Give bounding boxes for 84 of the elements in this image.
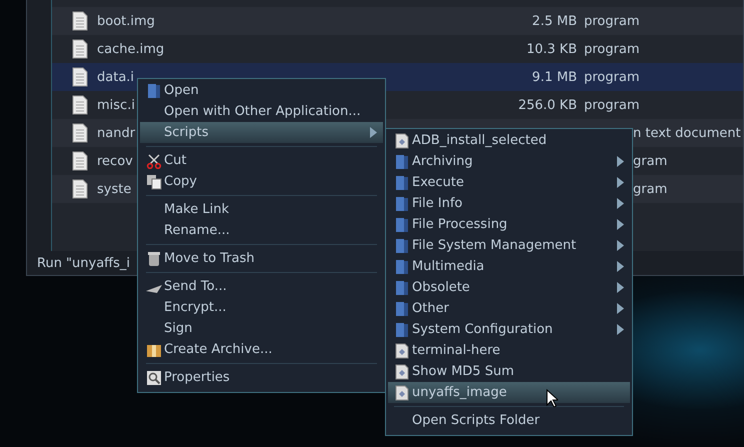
script-icon — [394, 133, 410, 149]
menu-item[interactable]: Sign — [140, 318, 383, 339]
menu-item[interactable]: System Configuration — [388, 319, 630, 340]
file-name: recov — [97, 154, 133, 168]
submenu-arrow-icon — [617, 324, 624, 335]
file-name: syste — [97, 182, 132, 196]
script-icon — [394, 385, 410, 401]
submenu-arrow-icon — [617, 282, 624, 293]
book-icon — [146, 83, 162, 99]
menu-item[interactable]: Properties — [140, 367, 383, 388]
document-icon — [72, 67, 88, 87]
file-size: 256.0 KB — [517, 98, 577, 112]
file-name: data.i — [97, 70, 134, 84]
menu-item[interactable]: Open Scripts Folder — [388, 410, 630, 431]
file-type: gram — [633, 154, 668, 168]
magnifier-icon — [146, 370, 162, 386]
script-icon — [394, 364, 410, 380]
file-type: program — [584, 14, 640, 28]
menu-item[interactable]: ADB_install_selected — [388, 130, 630, 151]
book-icon — [394, 301, 410, 317]
file-name: cache.img — [97, 42, 164, 56]
menu-item[interactable]: File System Management — [388, 235, 630, 256]
menu-item[interactable]: Rename... — [140, 220, 383, 241]
file-type: n text document — [633, 126, 742, 140]
file-name: boot.img — [97, 14, 155, 28]
menu-item[interactable]: Send To... — [140, 276, 383, 297]
book-icon — [394, 280, 410, 296]
menu-item[interactable]: Move to Trash — [140, 248, 383, 269]
document-icon — [72, 179, 88, 199]
file-type: program — [584, 70, 640, 84]
trash-icon — [146, 251, 162, 267]
document-icon — [72, 123, 88, 143]
file-row[interactable]: boot.img 2.5 MB program — [52, 7, 743, 35]
menu-item[interactable]: Scripts — [140, 122, 383, 143]
scissors-icon — [146, 153, 162, 169]
submenu-arrow-icon — [617, 261, 624, 272]
book-icon — [394, 217, 410, 233]
book-icon — [394, 154, 410, 170]
submenu-arrow-icon — [617, 219, 624, 230]
menu-item[interactable]: Archiving — [388, 151, 630, 172]
file-name: misc.i — [97, 98, 135, 112]
menu-item[interactable]: unyaffs_image — [388, 382, 630, 403]
submenu-arrow-icon — [617, 303, 624, 314]
mouse-pointer-icon — [546, 389, 558, 407]
script-icon — [394, 343, 410, 359]
menu-item[interactable]: Encrypt... — [140, 297, 383, 318]
paper-plane-icon — [146, 285, 162, 293]
file-name: nandr — [97, 126, 136, 140]
book-icon — [394, 175, 410, 191]
document-icon — [72, 151, 88, 171]
menu-item[interactable]: Multimedia — [388, 256, 630, 277]
menu-item[interactable]: Obsolete — [388, 277, 630, 298]
file-type: gram — [633, 182, 668, 196]
file-type: program — [584, 42, 640, 56]
book-icon — [394, 259, 410, 275]
menu-item[interactable]: Open with Other Application... — [140, 101, 383, 122]
menu-item[interactable]: Execute — [388, 172, 630, 193]
document-icon — [72, 11, 88, 31]
book-icon — [394, 238, 410, 254]
menu-item[interactable]: Other — [388, 298, 630, 319]
book-icon — [394, 322, 410, 338]
document-icon — [72, 95, 88, 115]
submenu-arrow-icon — [617, 177, 624, 188]
submenu-arrow-icon — [370, 127, 377, 138]
menu-item[interactable]: Show MD5 Sum — [388, 361, 630, 382]
menu-item[interactable]: Cut — [140, 150, 383, 171]
status-text: Run "unyaffs_i — [37, 256, 130, 270]
menu-item[interactable]: Create Archive... — [140, 339, 383, 360]
submenu-arrow-icon — [617, 240, 624, 251]
file-size: 9.1 MB — [531, 70, 577, 84]
menu-item[interactable]: File Processing — [388, 214, 630, 235]
submenu-arrow-icon — [617, 198, 624, 209]
menu-item[interactable]: terminal-here — [388, 340, 630, 361]
document-icon — [72, 39, 88, 59]
file-type: program — [584, 98, 640, 112]
submenu-arrow-icon — [617, 156, 624, 167]
file-size: 2.5 MB — [531, 14, 577, 28]
book-icon — [394, 196, 410, 212]
menu-item[interactable]: Copy — [140, 171, 383, 192]
file-size: 10.3 KB — [525, 42, 577, 56]
box-icon — [146, 342, 162, 358]
menu-item[interactable]: File Info — [388, 193, 630, 214]
copy-icon — [146, 174, 162, 190]
menu-item[interactable]: Make Link — [140, 199, 383, 220]
